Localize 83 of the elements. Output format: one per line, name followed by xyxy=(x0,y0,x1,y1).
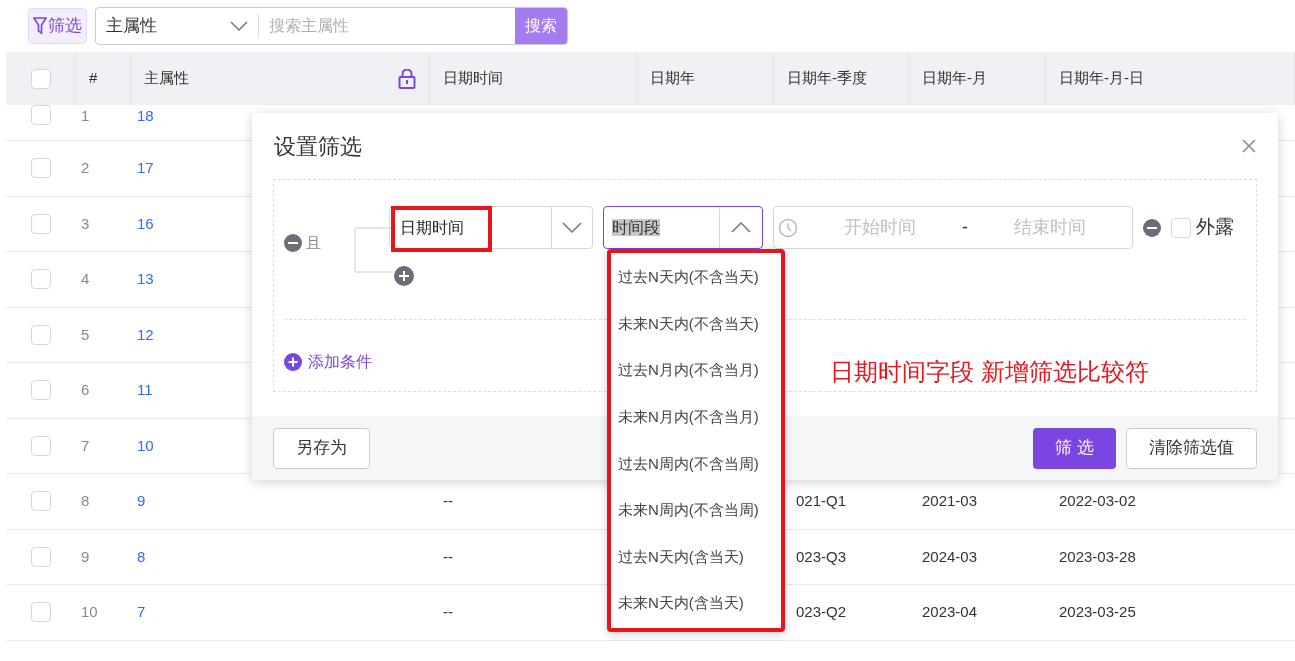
dropdown-option[interactable]: 过去N月内(不含当月) xyxy=(611,347,781,394)
row-number: 8 xyxy=(81,492,90,509)
apply-button[interactable]: 筛 选 xyxy=(1033,427,1116,469)
table-cell: -- xyxy=(443,603,453,620)
table-cell: 2024-03 xyxy=(922,547,978,565)
plus-circle-icon xyxy=(284,353,302,371)
chevron-down-icon xyxy=(230,21,248,31)
row-number: 5 xyxy=(81,325,90,343)
filter-button[interactable]: 筛选 xyxy=(28,8,87,44)
row-number: 4 xyxy=(81,270,90,287)
table-cell: 021-Q1 xyxy=(796,492,847,509)
tree-connector xyxy=(354,227,394,273)
table-cell: -- xyxy=(443,547,453,565)
chevron-down-icon xyxy=(562,222,582,233)
checkbox[interactable] xyxy=(1171,217,1191,238)
link[interactable]: 16 xyxy=(137,214,154,232)
dropdown-option[interactable]: 未来N月内(不含当月) xyxy=(611,393,781,441)
logic-label: 且 xyxy=(306,233,321,253)
dropdown-option[interactable]: 过去N天内(含当天) xyxy=(611,533,781,581)
search-button[interactable]: 搜索 xyxy=(515,8,567,44)
column-header: 日期时间 xyxy=(443,68,503,89)
plus-circle-icon[interactable] xyxy=(394,266,414,286)
table-cell: -- xyxy=(443,492,453,509)
row-number: 2 xyxy=(81,159,90,176)
save-as-button[interactable]: 另存为 xyxy=(273,427,370,469)
annotation-text: 日期时间字段 新增筛选比较符 xyxy=(830,357,1149,387)
table-cell: 2023-03-25 xyxy=(1059,603,1136,620)
field-select[interactable]: 主属性 xyxy=(96,13,258,39)
link[interactable]: 11 xyxy=(137,381,153,398)
checkbox[interactable] xyxy=(31,324,51,345)
table-cell: 2021-03 xyxy=(922,492,978,509)
checkbox[interactable] xyxy=(30,68,51,89)
row-number: 6 xyxy=(81,381,90,398)
chevron-up-icon xyxy=(731,222,751,233)
time-range-field[interactable]: 开始时间 - 结束时间 xyxy=(773,206,1133,249)
checkbox[interactable] xyxy=(31,380,51,401)
close-icon[interactable] xyxy=(1242,139,1256,153)
checkbox[interactable] xyxy=(31,105,51,125)
link[interactable]: 12 xyxy=(137,325,154,343)
link[interactable]: 10 xyxy=(137,436,154,454)
checkbox[interactable] xyxy=(31,546,51,567)
checkbox[interactable] xyxy=(31,602,51,623)
table-cell: 023-Q2 xyxy=(796,603,847,620)
column-header: 日期年-季度 xyxy=(787,68,867,89)
dropdown-option[interactable]: 未来N天内(含当天) xyxy=(611,580,781,627)
row-number: 3 xyxy=(81,214,90,232)
checkbox[interactable] xyxy=(31,158,51,179)
clock-icon xyxy=(778,217,798,238)
link[interactable]: 13 xyxy=(137,270,154,287)
column-header: 主属性 xyxy=(144,68,189,89)
dropdown-option[interactable]: 过去N天内(不含当天) xyxy=(611,254,781,301)
field-select[interactable]: 日期时间 xyxy=(389,206,593,249)
row-number: 10 xyxy=(81,603,98,620)
dropdown-option[interactable]: 未来N天内(不含当天) xyxy=(611,300,781,348)
table-cell: 2023-03-28 xyxy=(1059,547,1136,565)
table-cell: 2022-03-02 xyxy=(1059,492,1136,509)
link[interactable]: 7 xyxy=(137,603,146,620)
row-number: 7 xyxy=(81,436,90,454)
filter-icon xyxy=(33,17,47,35)
dropdown-option[interactable]: 过去N周内(不含当周) xyxy=(611,440,781,488)
checkbox[interactable] xyxy=(31,435,51,456)
row-number: 9 xyxy=(81,547,90,565)
table-cell: 2023-04 xyxy=(922,603,978,620)
checkbox[interactable] xyxy=(31,213,51,234)
minus-circle-icon[interactable] xyxy=(1143,218,1161,237)
clear-button[interactable]: 清除筛选值 xyxy=(1126,427,1257,469)
dialog-title: 设置筛选 xyxy=(274,132,362,161)
dropdown-option[interactable]: 未来N周内(不含当周) xyxy=(611,487,781,534)
link[interactable]: 8 xyxy=(137,547,146,565)
row-number: 1 xyxy=(81,107,90,124)
column-header: # xyxy=(89,68,98,89)
column-header: 日期年-月 xyxy=(922,68,987,89)
minus-circle-icon[interactable] xyxy=(284,234,302,253)
add-condition-button[interactable]: 添加条件 xyxy=(284,350,372,374)
link[interactable]: 9 xyxy=(137,492,146,509)
link[interactable]: 18 xyxy=(137,107,154,124)
checkbox[interactable] xyxy=(31,269,51,290)
checkbox-label: 外露 xyxy=(1196,215,1234,240)
column-header: 日期年 xyxy=(650,68,695,89)
table-cell: 023-Q3 xyxy=(796,547,847,565)
checkbox[interactable] xyxy=(31,491,51,512)
column-header: 日期年-月-日 xyxy=(1059,68,1144,89)
link[interactable]: 17 xyxy=(137,159,154,176)
